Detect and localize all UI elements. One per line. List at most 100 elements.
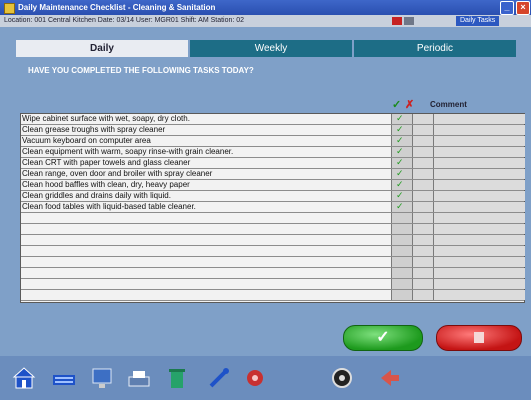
task-label bbox=[22, 279, 389, 289]
task-label: Clean equipment with warm, soapy rinse-w… bbox=[22, 147, 234, 156]
task-comment-cell[interactable] bbox=[433, 147, 525, 157]
task-row[interactable] bbox=[21, 279, 525, 290]
task-x-cell[interactable] bbox=[412, 191, 433, 201]
task-check-cell[interactable] bbox=[391, 235, 412, 245]
task-row[interactable]: Clean grease troughs with spray cleaner ✓ bbox=[21, 124, 525, 136]
task-x-cell[interactable] bbox=[412, 114, 433, 124]
printer-icon[interactable] bbox=[127, 366, 151, 390]
checkmark-icon: ✓ bbox=[396, 179, 404, 189]
task-row[interactable]: Clean griddles and drains daily with liq… bbox=[21, 190, 525, 202]
task-label: Clean range, oven door and broiler with … bbox=[22, 169, 213, 178]
task-x-cell[interactable] bbox=[412, 125, 433, 135]
status-icon bbox=[404, 17, 414, 25]
task-comment-cell[interactable] bbox=[433, 235, 525, 245]
task-comment-cell[interactable] bbox=[433, 279, 525, 289]
task-x-cell[interactable] bbox=[412, 279, 433, 289]
home-icon[interactable] bbox=[12, 366, 36, 390]
title-bar: Daily Maintenance Checklist - Cleaning &… bbox=[0, 0, 531, 15]
task-comment-cell[interactable] bbox=[433, 136, 525, 146]
task-comment-cell[interactable] bbox=[433, 202, 525, 212]
task-x-cell[interactable] bbox=[412, 147, 433, 157]
session-info: Location: 001 Central Kitchen Date: 03/1… bbox=[4, 17, 245, 24]
task-row[interactable]: Clean range, oven door and broiler with … bbox=[21, 168, 525, 180]
task-check-cell[interactable] bbox=[391, 224, 412, 234]
task-x-cell[interactable] bbox=[412, 202, 433, 212]
task-label bbox=[22, 213, 389, 223]
steering-wheel-icon[interactable] bbox=[330, 366, 354, 390]
task-row[interactable]: Clean food tables with liquid-based tabl… bbox=[21, 201, 525, 213]
task-comment-cell[interactable] bbox=[433, 158, 525, 168]
arrow-left-icon[interactable] bbox=[377, 366, 401, 390]
task-x-cell[interactable] bbox=[412, 257, 433, 267]
task-x-cell[interactable] bbox=[412, 180, 433, 190]
task-comment-cell[interactable] bbox=[433, 125, 525, 135]
task-row[interactable]: Clean hood baffles with clean, dry, heav… bbox=[21, 179, 525, 191]
spray-icon[interactable] bbox=[243, 366, 267, 390]
close-button[interactable]: × bbox=[516, 1, 530, 15]
task-comment-cell[interactable] bbox=[433, 246, 525, 256]
task-x-cell[interactable] bbox=[412, 268, 433, 278]
task-row[interactable]: Vacuum keyboard on computer area ✓ bbox=[21, 135, 525, 147]
task-check-cell[interactable]: ✓ bbox=[391, 124, 412, 135]
task-check-cell[interactable]: ✓ bbox=[391, 135, 412, 146]
column-header-x: ✗ bbox=[405, 99, 415, 111]
task-x-cell[interactable] bbox=[412, 224, 433, 234]
task-x-cell[interactable] bbox=[412, 213, 433, 223]
task-comment-cell[interactable] bbox=[433, 169, 525, 179]
task-check-cell[interactable] bbox=[391, 290, 412, 300]
task-x-cell[interactable] bbox=[412, 246, 433, 256]
task-comment-cell[interactable] bbox=[433, 180, 525, 190]
task-check-cell[interactable] bbox=[391, 213, 412, 223]
wrench-icon[interactable] bbox=[207, 366, 231, 390]
task-x-cell[interactable] bbox=[412, 290, 433, 300]
task-check-cell[interactable]: ✓ bbox=[391, 201, 412, 212]
task-row[interactable] bbox=[21, 246, 525, 257]
computer-icon[interactable] bbox=[90, 366, 114, 390]
instruction-text: HAVE YOU COMPLETED THE FOLLOWING TASKS T… bbox=[28, 66, 254, 75]
checkmark-icon: ✓ bbox=[396, 124, 404, 134]
task-x-cell[interactable] bbox=[412, 235, 433, 245]
task-row[interactable]: Clean equipment with warm, soapy rinse-w… bbox=[21, 146, 525, 158]
task-check-cell[interactable]: ✓ bbox=[391, 157, 412, 168]
task-label bbox=[22, 257, 389, 267]
task-check-cell[interactable] bbox=[391, 268, 412, 278]
task-check-cell[interactable]: ✓ bbox=[391, 179, 412, 190]
task-row[interactable] bbox=[21, 257, 525, 268]
task-x-cell[interactable] bbox=[412, 136, 433, 146]
trash-icon[interactable] bbox=[165, 366, 189, 390]
task-grid: Wipe cabinet surface with wet, soapy, dr… bbox=[20, 113, 525, 303]
keyboard-icon[interactable] bbox=[52, 366, 76, 390]
cancel-button[interactable] bbox=[436, 325, 522, 351]
task-check-cell[interactable] bbox=[391, 246, 412, 256]
task-comment-cell[interactable] bbox=[433, 257, 525, 267]
task-comment-cell[interactable] bbox=[433, 191, 525, 201]
task-row[interactable] bbox=[21, 213, 525, 224]
task-comment-cell[interactable] bbox=[433, 114, 525, 124]
task-comment-cell[interactable] bbox=[433, 213, 525, 223]
task-check-cell[interactable] bbox=[391, 257, 412, 267]
ok-button[interactable]: ✓ bbox=[343, 325, 423, 351]
task-check-cell[interactable]: ✓ bbox=[391, 146, 412, 157]
task-check-cell[interactable]: ✓ bbox=[391, 168, 412, 179]
task-check-cell[interactable]: ✓ bbox=[391, 190, 412, 201]
task-comment-cell[interactable] bbox=[433, 268, 525, 278]
task-row[interactable]: Wipe cabinet surface with wet, soapy, dr… bbox=[21, 113, 525, 125]
task-x-cell[interactable] bbox=[412, 169, 433, 179]
task-comment-cell[interactable] bbox=[433, 290, 525, 300]
tab-periodic[interactable]: Periodic bbox=[354, 40, 516, 57]
task-row[interactable] bbox=[21, 290, 525, 301]
task-row[interactable] bbox=[21, 268, 525, 279]
tab-weekly[interactable]: Weekly bbox=[190, 40, 352, 57]
task-check-cell[interactable] bbox=[391, 279, 412, 289]
minimize-button[interactable]: _ bbox=[500, 1, 514, 15]
task-row[interactable] bbox=[21, 224, 525, 235]
task-label: Clean hood baffles with clean, dry, heav… bbox=[22, 180, 190, 189]
task-row[interactable]: Clean CRT with paper towels and glass cl… bbox=[21, 157, 525, 169]
task-x-cell[interactable] bbox=[412, 158, 433, 168]
alert-icon bbox=[392, 17, 402, 25]
task-comment-cell[interactable] bbox=[433, 224, 525, 234]
task-row[interactable] bbox=[21, 235, 525, 246]
checkmark-icon: ✓ bbox=[396, 135, 404, 145]
tab-daily[interactable]: Daily bbox=[16, 40, 188, 57]
task-check-cell[interactable]: ✓ bbox=[391, 113, 412, 124]
